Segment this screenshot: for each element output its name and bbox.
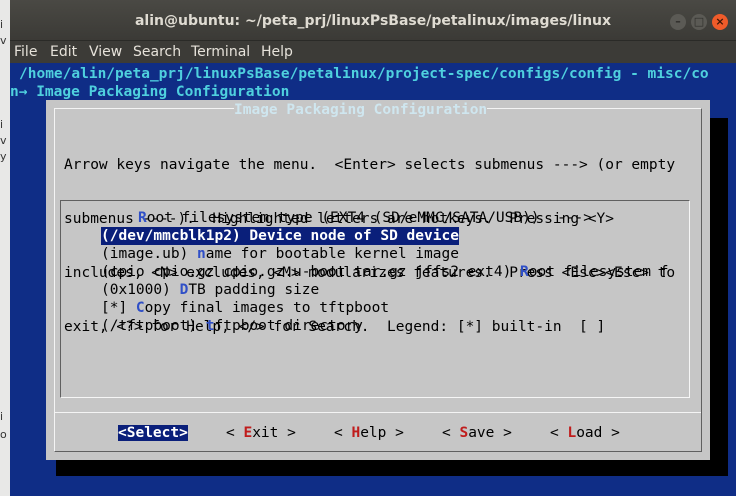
window-title: alin@ubuntu: ~/peta_prj/linuxPsBase/peta… [134, 13, 612, 29]
button-hotkey: H [351, 425, 361, 441]
help-line: Arrow keys navigate the menu. <Enter> se… [64, 157, 676, 173]
item-label: ame for bootable kernel image [205, 246, 459, 262]
minimize-icon[interactable]: – [670, 14, 686, 30]
dialog-shadow [56, 460, 728, 476]
item-hotkey: R [520, 264, 529, 280]
item-prefix: (0x1000) [101, 282, 180, 298]
menu-item-tftpboot-dir[interactable]: (/tftpboot) tftpboot directory [101, 317, 363, 335]
save-button[interactable]: < Save > [442, 425, 512, 441]
dialog-shadow [710, 118, 728, 476]
menu-item-copy-tftpboot[interactable]: [*] Copy final images to tftpboot [101, 299, 389, 317]
dialog-title: Image Packaging Configuration [234, 102, 488, 118]
background-text: v [0, 34, 7, 47]
menuconfig-dialog: Image Packaging Configuration Arrow keys… [46, 100, 710, 460]
title-bar[interactable]: alin@ubuntu: ~/peta_prj/linuxPsBase/peta… [10, 0, 736, 41]
exit-button[interactable]: < Exit > [226, 425, 296, 441]
menu-bar: File Edit View Search Terminal Help [10, 41, 736, 63]
button-bar: <Select> < Exit > < Help > < Save > < Lo… [46, 424, 710, 444]
background-text: i [0, 118, 4, 131]
menu-search[interactable]: Search [133, 44, 181, 60]
maximize-icon[interactable]: □ [691, 14, 707, 30]
menu-view[interactable]: View [89, 44, 122, 60]
item-label: evice node of SD device [258, 228, 459, 244]
background-text: i [0, 18, 4, 31]
item-prefix: (/dev/mmcblk1p2) [101, 228, 250, 244]
button-bracket: < [118, 425, 127, 441]
button-label: oad > [576, 425, 620, 441]
item-label: TB padding size [188, 282, 320, 298]
button-bracket: < [334, 425, 352, 441]
menu-item-dtb-padding[interactable]: (0x1000) DTB padding size [101, 281, 319, 299]
background-window-edge: i v i v y i o [0, 0, 10, 496]
background-text: o [0, 428, 7, 441]
select-button[interactable]: <Select> [118, 425, 188, 441]
button-bracket: < [226, 425, 244, 441]
menu-item-rootfs-type[interactable]: Root filesystem type (EXT4 (SD/eMMC/SATA… [138, 209, 592, 227]
config-path: /home/alin/peta_prj/linuxPsBase/petalinu… [19, 66, 709, 82]
item-hotkey: D [249, 228, 259, 244]
menu-item-image-name[interactable]: (image.ub) name for bootable kernel imag… [101, 245, 459, 263]
terminal-window: alin@ubuntu: ~/peta_prj/linuxPsBase/peta… [10, 0, 736, 496]
item-label: ftpboot directory [214, 318, 363, 334]
item-hotkey: R [138, 210, 147, 226]
background-text: y [0, 150, 7, 163]
menu-item-sd-device-node[interactable]: (/dev/mmcblk1p2) Device node of SD devic… [101, 227, 459, 245]
item-hotkey: t [205, 318, 215, 334]
button-separator [55, 412, 701, 413]
button-bracket: < [550, 425, 568, 441]
button-bracket: < [442, 425, 460, 441]
item-label: oot filesystem type (EXT4 (SD/eMMC/SATA/… [146, 210, 592, 226]
item-prefix: (image.ub) [101, 246, 198, 262]
load-button[interactable]: < Load > [550, 425, 620, 441]
button-hotkey: S [459, 425, 469, 441]
item-prefix: [*] [101, 300, 136, 316]
menu-list: Root filesystem type (EXT4 (SD/eMMC/SATA… [60, 200, 690, 398]
item-label: opy final images to tftpboot [144, 300, 390, 316]
menu-help[interactable]: Help [261, 44, 293, 60]
menu-item-rootfs-formats[interactable]: (cpio cpio.gz cpio.gz.u-boot tar.gz jffs… [101, 263, 668, 281]
item-hotkey: C [135, 300, 145, 316]
item-prefix: (cpio cpio.gz cpio.gz.u-boot tar.gz jffs… [101, 264, 521, 280]
button-label: xit > [252, 425, 296, 441]
button-label: elect> [135, 425, 188, 441]
item-prefix: (/tftpboot) [101, 318, 206, 334]
close-icon[interactable]: × [712, 14, 728, 30]
menu-terminal[interactable]: Terminal [191, 44, 250, 60]
menu-edit[interactable]: Edit [50, 44, 77, 60]
menu-file[interactable]: File [14, 44, 37, 60]
button-hotkey: E [243, 425, 253, 441]
background-text: i [0, 410, 4, 423]
item-label: oot filesystem f [528, 264, 669, 280]
item-hotkey: n [197, 246, 206, 262]
help-button[interactable]: < Help > [334, 425, 404, 441]
background-text: v [0, 134, 7, 147]
button-hotkey: L [567, 425, 577, 441]
item-hotkey: D [179, 282, 189, 298]
menu-breadcrumb: n→ Image Packaging Configuration [10, 84, 290, 100]
button-label: elp > [360, 425, 404, 441]
button-label: ave > [468, 425, 512, 441]
